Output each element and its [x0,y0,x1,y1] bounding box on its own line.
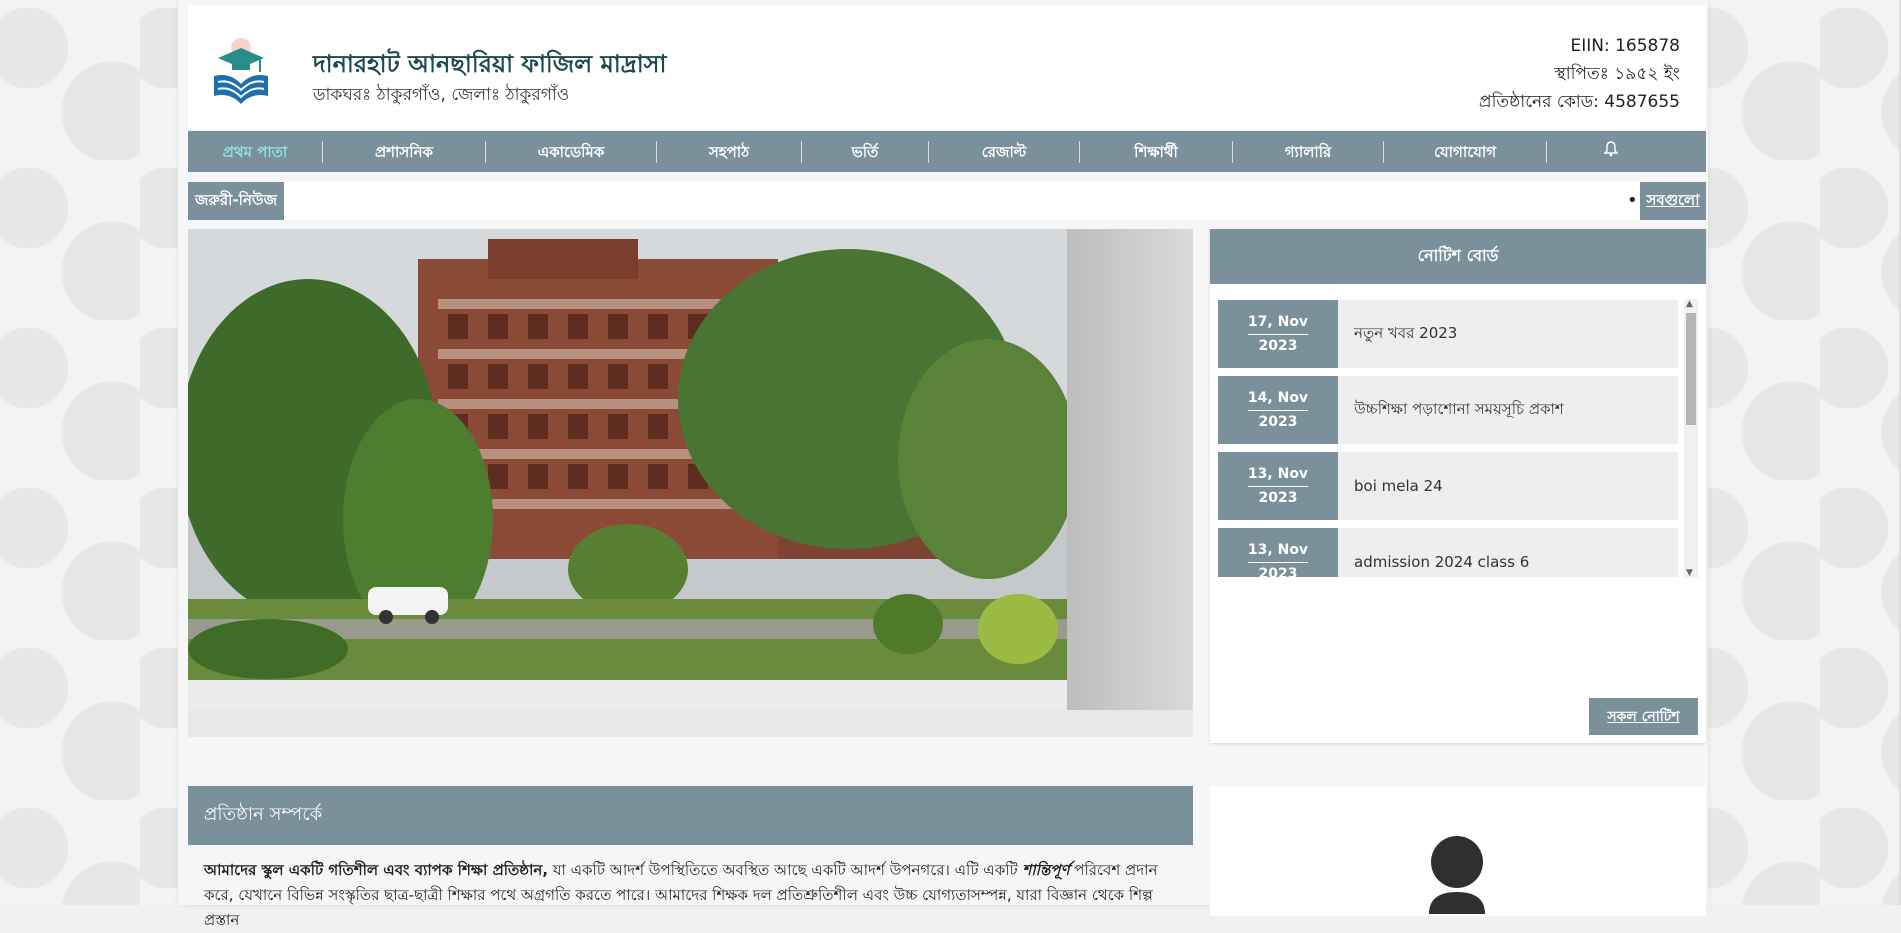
nav-item-gallery[interactable]: গ্যালারি [1233,140,1384,163]
news-bullet: • [1627,190,1638,211]
news-all-link[interactable]: সবগুলো [1640,182,1706,220]
about-text: আমাদের স্কুল একটি গতিশীল এবং ব্যাপক শিক্… [204,858,1179,933]
slider-side-shade [1067,229,1193,710]
profile-box [1210,786,1706,916]
nav-item-result[interactable]: রেজাল্ট [929,140,1080,163]
main-nav: প্রথম পাতা প্রশাসনিক একাডেমিক সহপাঠ ভর্ত… [188,131,1706,172]
notice-date: 13, Nov 2023 [1218,528,1338,577]
notice-item[interactable]: 14, Nov 2023 উচ্চশিক্ষা পড়াশোনা সময়সূচ… [1218,376,1678,444]
nav-item-academic[interactable]: একাডেমিক [486,140,657,163]
notice-item[interactable]: 13, Nov 2023 admission 2024 class 6 [1218,528,1678,577]
notice-year: 2023 [1258,414,1298,430]
notice-day: 13, Nov [1247,463,1309,487]
notice-board-title: নোটিশ বোর্ড [1210,229,1706,284]
about-bold-word: শান্তিপূর্ণ [1022,861,1070,879]
notice-year: 2023 [1258,490,1298,506]
site-address: ডাকঘরঃ ঠাকুরগাঁও, জেলাঃ ঠাকুরগাঁও [313,85,570,105]
nav-item-admission[interactable]: ভর্তি [802,140,929,163]
nav-item-home[interactable]: প্রথম পাতা [188,140,323,163]
campus-photo [188,229,1067,680]
page-container: দানারহাট আনছারিয়া ফাজিল মাদ্রাসা ডাকঘরঃ… [178,0,1708,929]
avatar-icon [1429,836,1485,914]
notice-board: নোটিশ বোর্ড 17, Nov 2023 নতুন খবর 2023 1… [1210,229,1706,743]
nav-item-students[interactable]: শিক্ষার্থী [1080,140,1233,163]
notice-day: 14, Nov [1247,387,1309,411]
site-header: দানারহাট আনছারিয়া ফাজিল মাদ্রাসা ডাকঘরঃ… [188,6,1706,130]
bell-icon [1603,140,1619,156]
institution-code: প্রতিষ্ঠানের কোড: 4587655 [1478,92,1680,112]
scroll-up-icon[interactable]: ▲ [1686,299,1693,309]
notice-date: 13, Nov 2023 [1218,452,1338,520]
notice-scrollbar[interactable]: ▲ ▼ [1684,299,1698,578]
institution-meta: EIIN: 165878 স্থাপিতঃ ১৯৫২ ইং প্রতিষ্ঠান… [1479,32,1680,116]
scroll-down-icon[interactable]: ▼ [1686,568,1693,578]
image-slider[interactable] [188,229,1193,737]
notice-year: 2023 [1258,566,1298,577]
notice-text[interactable]: উচ্চশিক্ষা পড়াশোনা সময়সূচি প্রকাশ [1338,376,1678,444]
slider-bottom-bar [188,710,1193,737]
about-text-part1: যা একটি আদর্শ উপস্থিতিতে অবস্থিত আছে একট… [548,861,1023,879]
notice-item[interactable]: 17, Nov 2023 নতুন খবর 2023 [1218,300,1678,368]
about-bold-intro: আমাদের স্কুল একটি গতিশীল এবং ব্যাপক শিক্… [204,861,549,879]
nav-item-contact[interactable]: যোগাযোগ [1384,140,1547,163]
notice-text[interactable]: নতুন খবর 2023 [1338,300,1678,368]
about-heading: প্রতিষ্ঠান সম্পর্কে [188,786,1193,845]
notice-list[interactable]: 17, Nov 2023 নতুন খবর 2023 14, Nov 2023 … [1218,300,1678,577]
notice-text[interactable]: admission 2024 class 6 [1338,528,1678,577]
notice-day: 13, Nov [1247,539,1309,563]
notice-date: 14, Nov 2023 [1218,376,1338,444]
notice-year: 2023 [1258,338,1298,354]
logo-icon [214,38,268,104]
news-ticker: জরুরী-নিউজ • সবগুলো [188,182,1706,220]
nav-item-administrative[interactable]: প্রশাসনিক [323,140,486,163]
notice-date: 17, Nov 2023 [1218,300,1338,368]
all-notices-button[interactable]: সকল নোটিশ [1589,698,1698,735]
notice-item[interactable]: 13, Nov 2023 boi mela 24 [1218,452,1678,520]
established-text: স্থাপিতঃ ১৯৫২ ইং [1554,64,1680,84]
nav-item-co-curricular[interactable]: সহপাঠ [657,140,802,163]
notice-text[interactable]: boi mela 24 [1338,452,1678,520]
site-title: দানারহাট আনছারিয়া ফাজিল মাদ্রাসা [313,50,667,78]
notification-bell-button[interactable] [1547,140,1675,163]
news-label: জরুরী-নিউজ [188,182,284,220]
notice-day: 17, Nov [1247,311,1309,335]
eiin-text: EIIN: 165878 [1570,36,1680,56]
scroll-thumb[interactable] [1686,313,1696,425]
